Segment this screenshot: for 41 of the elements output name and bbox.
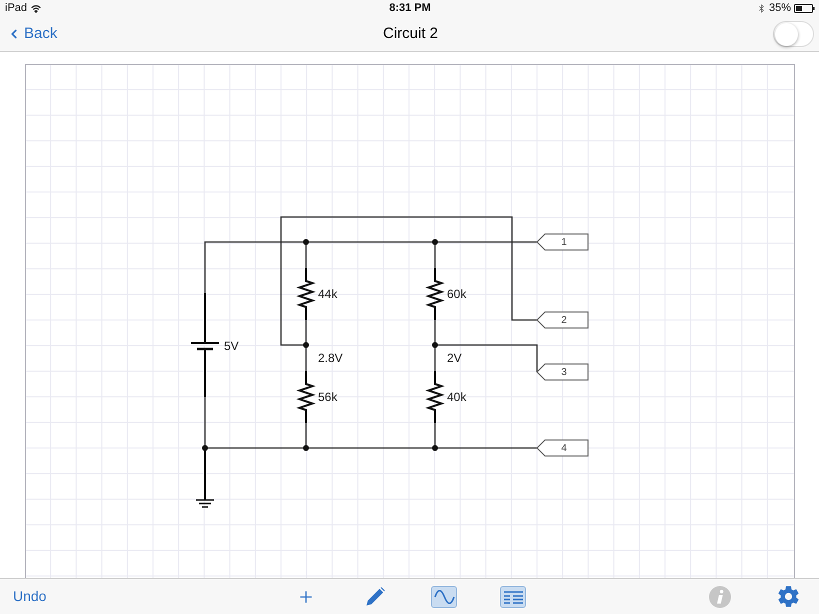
carrier-name: iPad	[5, 1, 28, 16]
junction-dot	[432, 342, 438, 348]
resistor-symbol	[296, 268, 316, 320]
terminal-tag: 2	[536, 312, 588, 328]
node-voltage-label: 2.8V	[318, 351, 343, 366]
screen-title: Circuit 2	[382, 24, 438, 44]
resistor-symbol	[296, 371, 316, 423]
node-voltage-label: 2V	[447, 351, 462, 366]
ground-symbol	[196, 448, 214, 508]
resistor-value: 40k	[447, 390, 466, 404]
sine-wave-icon	[434, 590, 454, 604]
terminal-tag: 4	[536, 440, 588, 456]
settings-button[interactable]	[777, 585, 800, 608]
info-icon	[709, 586, 731, 608]
resistor-value: 44k	[318, 287, 338, 302]
back-button[interactable]: Back	[7, 22, 58, 46]
wifi-icon	[31, 4, 42, 12]
terminal-tag: 3	[536, 364, 588, 380]
undo-button[interactable]: Undo	[13, 586, 46, 607]
resistor-value: 60k	[447, 287, 466, 302]
battery-icon	[794, 4, 815, 13]
source-voltage-label: 5V	[224, 339, 239, 354]
resistor-value: 56k	[318, 390, 338, 404]
junction-dot	[432, 445, 438, 451]
terminal-tag: 1	[536, 234, 588, 250]
settings-icon	[777, 585, 800, 608]
junction-dot	[432, 239, 438, 245]
list-button[interactable]	[500, 586, 526, 608]
junction-dot	[303, 445, 309, 451]
junction-dot	[303, 342, 309, 348]
list-icon	[502, 590, 524, 604]
junction-dot	[303, 239, 309, 245]
waveform-button[interactable]	[431, 586, 457, 608]
resistor-symbol	[425, 268, 445, 320]
junction-dot	[202, 445, 208, 451]
bluetooth-icon	[756, 3, 766, 14]
resistor-symbol	[425, 371, 445, 423]
status-time: 8:31 PM	[389, 1, 431, 16]
toggle-switch[interactable]	[773, 21, 814, 47]
battery-percentage: 35%	[768, 1, 791, 16]
pencil-icon	[366, 587, 384, 606]
